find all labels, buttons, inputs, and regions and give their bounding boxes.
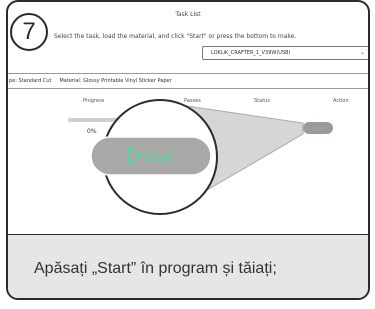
caption-text: Apăsați „Start” în program și tăiați; <box>34 260 277 277</box>
zoom-start-label: Start <box>144 149 174 165</box>
step-number-badge: 7 <box>10 13 48 51</box>
instruction-frame: Task List Select the task, load the mate… <box>0 0 375 309</box>
step-card: Task List Select the task, load the mate… <box>6 0 370 300</box>
